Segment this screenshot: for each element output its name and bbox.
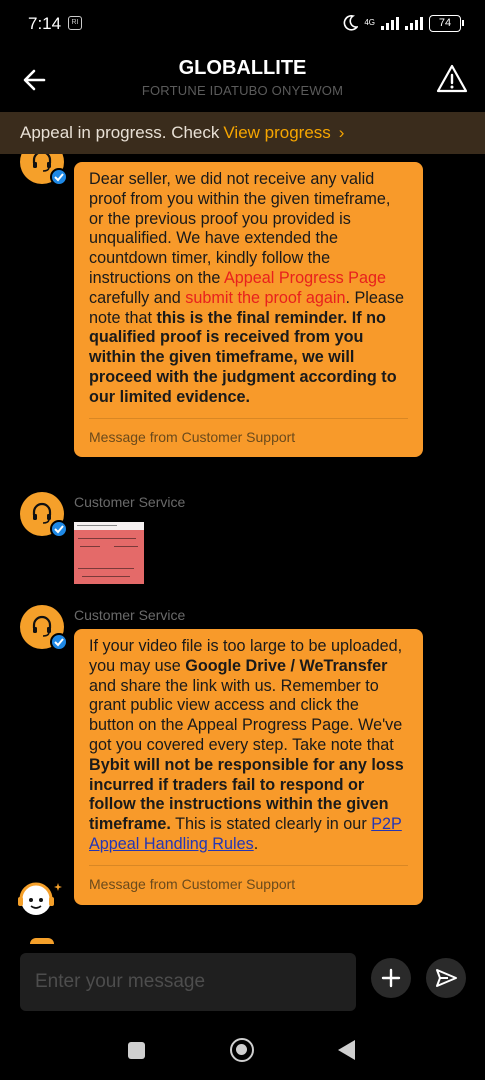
headset-icon	[32, 502, 52, 524]
message-footer: Message from Customer Support	[89, 864, 408, 905]
send-icon	[436, 969, 457, 987]
back-triangle-icon[interactable]	[338, 1040, 355, 1060]
support-avatar	[20, 605, 68, 651]
plus-icon	[381, 968, 401, 988]
status-app-badge: RI	[68, 16, 82, 30]
signal-icon	[381, 16, 399, 30]
signal-icon-2	[405, 16, 423, 30]
message-input[interactable]	[20, 953, 356, 1011]
system-nav-bar	[0, 1024, 485, 1080]
battery-icon: 74	[429, 14, 464, 32]
network-type-label: 4G	[364, 18, 375, 27]
home-icon[interactable]	[230, 1038, 254, 1062]
message-footer: Message from Customer Support	[89, 417, 408, 458]
do-not-disturb-moon-icon	[343, 15, 359, 31]
appeal-progress-page-text: Appeal Progress Page	[223, 268, 386, 287]
sender-name: Customer Service	[74, 494, 186, 510]
support-avatar	[20, 154, 68, 186]
attach-button[interactable]	[371, 958, 411, 998]
support-avatar	[20, 492, 68, 538]
warning-triangle-icon[interactable]	[435, 62, 469, 96]
status-bar: 7:14 RI 4G 74	[0, 0, 485, 50]
verified-check-icon	[50, 168, 68, 186]
send-button[interactable]	[426, 958, 466, 998]
message-text: If your video file is too large to be up…	[89, 637, 404, 853]
chevron-right-icon[interactable]: ›	[339, 123, 345, 143]
message-text: Dear seller, we did not receive any vali…	[89, 170, 404, 406]
appeal-banner: Appeal in progress. Check View progress …	[0, 112, 485, 154]
chat-bot-icon[interactable]	[14, 880, 64, 916]
verified-check-icon	[50, 633, 68, 651]
chat-header: GLOBALLITE FORTUNE IDATUBO ONYEWOM	[0, 50, 485, 112]
verified-check-icon	[50, 520, 68, 538]
counterparty-name: GLOBALLITE	[178, 57, 307, 79]
submit-proof-text: submit the proof again	[185, 288, 346, 307]
sender-name: Customer Service	[74, 607, 186, 623]
message-bubble: Dear seller, we did not receive any vali…	[74, 162, 423, 458]
view-progress-link[interactable]: View progress	[223, 123, 330, 143]
message-bubble: If your video file is too large to be up…	[74, 629, 423, 905]
appeal-status-text: Appeal in progress. Check	[20, 123, 220, 142]
headset-icon	[32, 154, 52, 172]
status-time: 7:14	[28, 14, 62, 33]
chat-message-list[interactable]: Dear seller, we did not receive any vali…	[0, 154, 485, 944]
google-drive-text: Google Drive / WeTransfer	[185, 656, 388, 675]
recents-icon[interactable]	[128, 1042, 145, 1059]
composer-bar	[0, 944, 485, 1024]
headset-icon	[32, 615, 52, 637]
counterparty-fullname: FORTUNE IDATUBO ONYEWOM	[141, 83, 344, 98]
status-indicators: 4G 74	[342, 14, 464, 32]
image-attachment-thumbnail[interactable]	[74, 522, 144, 584]
